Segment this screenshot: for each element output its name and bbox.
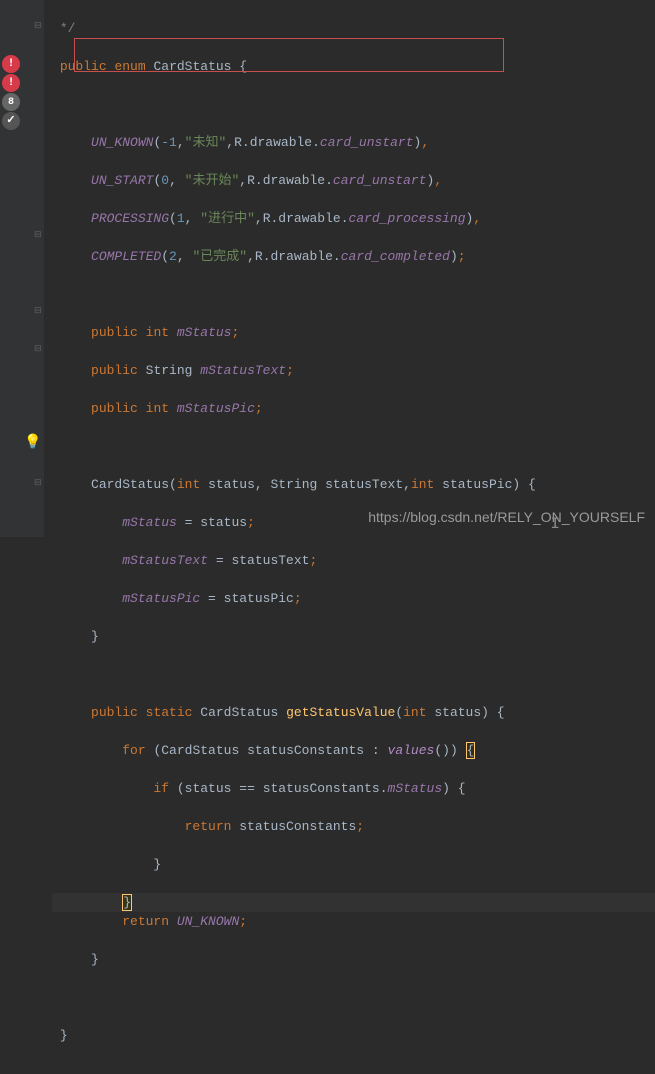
watermark: https://blog.csdn.net/RELY_ON_YOURSELF	[368, 508, 645, 527]
error-icon[interactable]: !	[2, 55, 20, 73]
error-icon[interactable]: !	[2, 74, 20, 92]
check-icon[interactable]: ✓	[2, 112, 20, 130]
gutter: ! ! 8 ✓ ⊟ ⊟ ⊟ ⊟ ⊟ 💡	[0, 0, 44, 537]
count-icon[interactable]: 8	[2, 93, 20, 111]
intention-bulb-icon[interactable]: 💡	[24, 434, 41, 453]
fold-icon[interactable]: ⊟	[34, 340, 42, 359]
fold-icon[interactable]: ⊟	[34, 17, 42, 36]
fold-icon[interactable]: ⊟	[34, 474, 42, 493]
text-cursor-icon: I	[550, 515, 560, 534]
fold-icon[interactable]: ⊟	[34, 302, 42, 321]
code-area[interactable]: */ public enum CardStatus { UN_KNOWN(-1,…	[44, 0, 655, 537]
code-editor[interactable]: ! ! 8 ✓ ⊟ ⊟ ⊟ ⊟ ⊟ 💡 */ public enum CardS…	[0, 0, 655, 537]
fold-icon[interactable]: ⊟	[34, 226, 42, 245]
